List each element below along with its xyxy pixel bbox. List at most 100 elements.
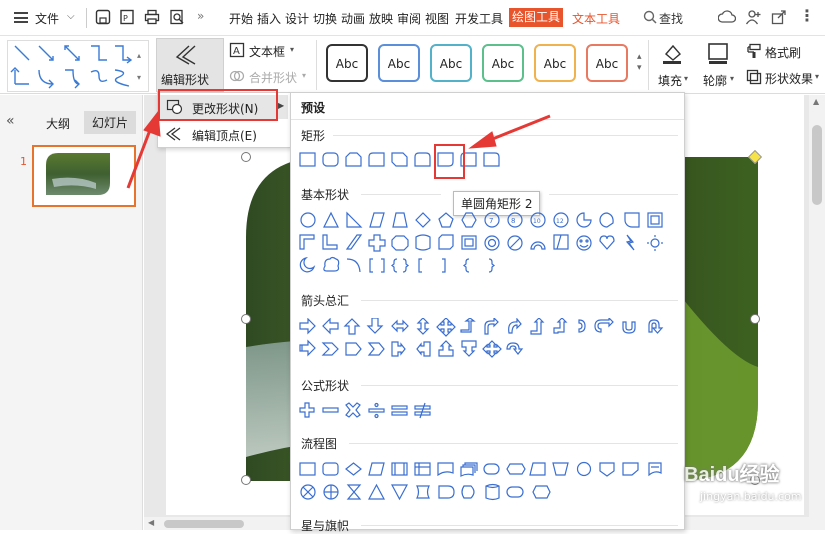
flowchart-shapes-grid[interactable]: [299, 461, 679, 503]
tab-animation[interactable]: 动画: [341, 10, 365, 27]
style-label: Abc: [543, 57, 567, 71]
thumbnail-image: [46, 153, 110, 195]
svg-text:7: 7: [489, 217, 493, 225]
style-gallery-scroll-icon[interactable]: ▴ ▾: [637, 52, 642, 74]
svg-text:▴: ▴: [137, 51, 141, 60]
text-box-icon[interactable]: A: [229, 42, 245, 58]
tab-start[interactable]: 开始: [229, 10, 253, 27]
svg-text:▾: ▾: [137, 73, 141, 82]
more-options-icon[interactable]: ⋮: [799, 6, 815, 25]
arrow-shapes-grid[interactable]: [299, 318, 679, 362]
chevron-down-icon[interactable]: ⌵: [67, 11, 75, 22]
file-menu[interactable]: 文件: [35, 10, 59, 27]
section-stars-banners: 星与旗帜: [301, 519, 350, 533]
watermark: Baidu经验 jingyan.baidu.com: [676, 456, 816, 516]
tab-slideshow[interactable]: 放映: [369, 10, 393, 27]
edit-shape-button[interactable]: 编辑形状: [156, 38, 224, 92]
style-label: Abc: [439, 57, 463, 71]
resize-handle-left[interactable]: [241, 314, 251, 324]
menu-bar: 文件 ⌵ P » 开始 插入 设计 切换 动画 放映 审阅 视图 开发工具 绘图…: [0, 0, 825, 36]
style-label: Abc: [595, 57, 619, 71]
tab-transition[interactable]: 切换: [313, 10, 337, 27]
divider: [361, 525, 678, 526]
shape-style-teal[interactable]: Abc: [430, 44, 472, 82]
shape-effect-icon[interactable]: [746, 69, 762, 85]
merge-shape-icon: [229, 70, 245, 82]
divider: [361, 385, 678, 386]
outline-icon[interactable]: [706, 42, 730, 64]
scroll-left-icon[interactable]: ◀: [148, 518, 154, 527]
outline-dropdown-icon[interactable]: ▾: [730, 74, 734, 83]
fill-icon[interactable]: [660, 42, 684, 64]
tab-drawing-tools[interactable]: 绘图工具: [509, 8, 564, 27]
cloud-icon[interactable]: [718, 9, 736, 25]
shape-effect-button[interactable]: 形状效果: [765, 70, 813, 87]
edit-shape-icon: [175, 45, 196, 65]
separator: [86, 8, 87, 28]
format-painter-icon[interactable]: [746, 43, 762, 59]
print-preview-icon[interactable]: [169, 9, 185, 25]
divider: [361, 300, 678, 301]
fill-button[interactable]: 填充: [658, 72, 682, 89]
resize-handle-bottom-left[interactable]: [241, 475, 251, 485]
collapse-panel-icon[interactable]: «: [6, 113, 15, 129]
watermark-url: jingyan.baidu.com: [700, 490, 802, 503]
section-formula: 公式形状: [301, 379, 350, 393]
shape-style-green[interactable]: Abc: [482, 44, 524, 82]
section-arrows: 箭头总汇: [301, 294, 350, 308]
search-label[interactable]: 查找: [659, 10, 683, 27]
hamburger-icon[interactable]: [14, 12, 28, 23]
more-icon[interactable]: »: [197, 9, 204, 23]
style-label: Abc: [335, 57, 359, 71]
slide-number: 1: [20, 155, 27, 168]
edit-shape-label: 编辑形状: [161, 73, 210, 87]
svg-text:A: A: [233, 46, 240, 57]
share-icon[interactable]: [771, 9, 787, 25]
tab-insert[interactable]: 插入: [257, 10, 281, 27]
divider: [349, 443, 678, 444]
ribbon: ▴ ▾ 编辑形状 A 文本框 ▾ 合并形状 ▾ Abc Abc Abc Abc …: [0, 36, 825, 94]
outline-button[interactable]: 轮廓: [703, 72, 727, 89]
svg-text:10: 10: [533, 218, 541, 225]
callout-arrows: [126, 110, 551, 189]
shape-style-red[interactable]: Abc: [586, 44, 628, 82]
watermark-logo: Baidu经验: [684, 464, 780, 486]
save-icon[interactable]: [95, 9, 111, 25]
tab-view[interactable]: 视图: [425, 10, 449, 27]
svg-text:8: 8: [511, 217, 515, 225]
tab-design[interactable]: 设计: [285, 10, 309, 27]
merge-shape-button: 合并形状: [249, 71, 298, 85]
separator: [316, 40, 317, 90]
user-share-icon[interactable]: [745, 9, 761, 25]
tab-outline[interactable]: 大纲: [46, 115, 70, 132]
export-pdf-icon[interactable]: P: [119, 9, 135, 25]
hscroll-thumb[interactable]: [164, 520, 244, 528]
divider: [549, 194, 678, 195]
line-shapes-gallery[interactable]: ▴ ▾: [7, 40, 149, 92]
resize-handle-right[interactable]: [750, 314, 760, 324]
shape-style-orange[interactable]: Abc: [534, 44, 576, 82]
shape-effect-dropdown-icon[interactable]: ▾: [815, 72, 819, 81]
svg-text:12: 12: [556, 218, 564, 225]
search-icon[interactable]: [643, 10, 657, 24]
merge-shape-dropdown-icon: ▾: [302, 71, 307, 80]
format-painter-button[interactable]: 格式刷: [765, 44, 801, 61]
text-box-dropdown-icon[interactable]: ▾: [290, 45, 294, 54]
scroll-thumb[interactable]: [812, 125, 822, 205]
style-label: Abc: [491, 57, 515, 71]
tab-developer[interactable]: 开发工具: [455, 10, 503, 27]
print-icon[interactable]: [144, 9, 160, 25]
shape-style-blue[interactable]: Abc: [378, 44, 420, 82]
basic-shapes-grid[interactable]: 7 8 10 12: [299, 211, 679, 277]
section-flowchart: 流程图: [301, 437, 338, 451]
shape-style-black[interactable]: Abc: [326, 44, 368, 82]
fill-dropdown-icon[interactable]: ▾: [684, 74, 688, 83]
tab-text-tools[interactable]: 文本工具: [572, 10, 620, 27]
separator: [648, 40, 649, 90]
formula-shapes-row[interactable]: [299, 402, 459, 420]
text-box-button[interactable]: 文本框: [249, 43, 285, 60]
style-label: Abc: [387, 57, 411, 71]
svg-text:P: P: [123, 14, 128, 23]
tab-review[interactable]: 审阅: [397, 10, 421, 27]
scroll-up-icon[interactable]: ▲: [813, 97, 819, 106]
